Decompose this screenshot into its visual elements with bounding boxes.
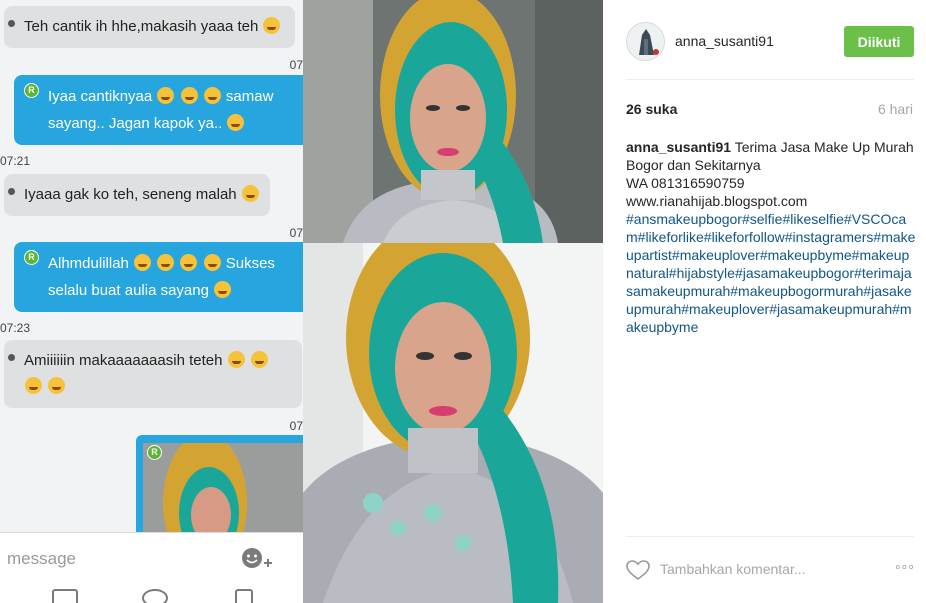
heart-eyes-emoji-icon xyxy=(157,87,175,104)
chat-message-incoming: Iyaaa gak ko teh, seneng malah xyxy=(4,174,270,216)
document-icon[interactable] xyxy=(235,589,253,603)
hug-emoji-icon xyxy=(180,254,198,271)
hug-emoji-icon xyxy=(48,377,66,394)
message-input[interactable]: message xyxy=(7,549,76,569)
chat-message-outgoing: R Alhmdulillah Sukses selalu buat aulia … xyxy=(14,242,303,312)
surprised-emoji-icon xyxy=(203,254,221,271)
avatar[interactable] xyxy=(626,22,665,61)
heart-eyes-emoji-icon xyxy=(180,87,198,104)
laughing-emoji-icon xyxy=(241,185,259,202)
grinning-emoji-icon xyxy=(134,254,152,271)
divider xyxy=(626,536,914,537)
photo-bottom xyxy=(303,243,603,603)
heart-eyes-emoji-icon xyxy=(203,87,221,104)
comment-input[interactable]: Tambahkan komentar... xyxy=(660,561,806,577)
photo-top xyxy=(303,0,603,243)
caption-hashtags[interactable]: #ansmakeupbogor#selfie#likeselfie#VSCOca… xyxy=(626,211,915,335)
chat-message-text: Alhmdulillah xyxy=(48,255,129,272)
heart-icon[interactable] xyxy=(625,558,651,582)
caption-phone: WA 081316590759 xyxy=(626,175,745,191)
likes-count[interactable]: 26 suka xyxy=(626,101,677,117)
caption-username[interactable]: anna_susanti91 xyxy=(626,139,731,155)
follow-button[interactable]: Diikuti xyxy=(844,26,914,57)
chat-message-text: samaw xyxy=(225,88,274,105)
chat-message-line xyxy=(24,374,292,400)
chat-image-thumbnail[interactable] xyxy=(143,443,303,545)
chat-message-line: Iyaa cantiknyaa samaw xyxy=(48,83,303,110)
chat-timestamp: 07:21 xyxy=(0,154,31,168)
app-badge-icon: R xyxy=(147,445,162,460)
crying-laughing-emoji-icon xyxy=(227,351,245,368)
chat-screenshot: Teh cantik ih hhe,makasih yaaa teh 07 R … xyxy=(0,0,303,603)
chat-message-text: sayang.. Jagan kapok ya.. xyxy=(48,115,223,132)
refresh-icon[interactable] xyxy=(142,589,168,603)
chat-timestamp: 07:23 xyxy=(0,321,31,335)
post-detail-panel: anna_susanti91 Diikuti 26 suka 6 hari an… xyxy=(603,0,926,603)
more-options-icon[interactable]: ◦◦◦ xyxy=(895,559,915,577)
camera-icon[interactable] xyxy=(52,589,78,603)
app-badge-icon: R xyxy=(24,83,39,98)
hug-emoji-icon xyxy=(214,281,232,298)
hug-emoji-icon xyxy=(227,114,245,131)
post-username[interactable]: anna_susanti91 xyxy=(675,33,774,49)
hug-emoji-icon xyxy=(263,17,281,34)
chat-message-line: sayang.. Jagan kapok ya.. xyxy=(48,110,303,137)
chat-message-line: Amiiiiiin makaaaaaaasih teteh xyxy=(24,348,292,374)
laughing-emoji-icon xyxy=(157,254,175,271)
portrait-photo-image xyxy=(303,243,603,603)
chat-image-message[interactable]: R xyxy=(136,435,303,545)
chat-message-text: Sukses xyxy=(225,255,275,272)
chat-timestamp: 07 xyxy=(289,58,303,72)
chat-message-text: selalu buat aulia sayang xyxy=(48,282,209,299)
chat-message-line: selalu buat aulia sayang xyxy=(48,277,303,304)
portrait-thumbnail-image xyxy=(143,443,303,545)
chat-message-incoming: Amiiiiiin makaaaaaaasih teteh xyxy=(4,340,302,408)
chat-message-text: Iyaaa gak ko teh, seneng malah xyxy=(24,186,237,203)
post-age: 6 hari xyxy=(877,101,913,117)
hug-emoji-icon xyxy=(25,377,42,394)
hug-emoji-icon xyxy=(250,351,268,368)
divider xyxy=(626,79,914,80)
chat-timestamp: 07 xyxy=(289,226,303,240)
chat-message-line: Alhmdulillah Sukses xyxy=(48,250,303,277)
chat-compose-bar: message xyxy=(0,532,303,603)
chat-message-text: Teh cantik ih hhe,makasih yaaa teh xyxy=(24,18,259,35)
post-caption: anna_susanti91 Terima Jasa Make Up Murah… xyxy=(626,138,916,336)
chat-message-incoming: Teh cantik ih hhe,makasih yaaa teh xyxy=(4,6,295,48)
app-badge-icon: R xyxy=(24,250,39,265)
portrait-photo-image xyxy=(303,0,603,243)
chat-timestamp: 07 xyxy=(289,419,303,433)
chat-message-outgoing: R Iyaa cantiknyaa samaw sayang.. Jagan k… xyxy=(14,75,303,145)
emoji-add-icon[interactable] xyxy=(240,545,274,571)
post-photo-collage[interactable] xyxy=(303,0,603,603)
chat-message-text: Amiiiiiin makaaaaaaasih teteh xyxy=(24,352,223,369)
avatar-image xyxy=(627,23,664,60)
chat-message-text: Iyaa cantiknyaa xyxy=(48,88,153,105)
caption-url: www.rianahijab.blogspot.com xyxy=(626,193,808,209)
